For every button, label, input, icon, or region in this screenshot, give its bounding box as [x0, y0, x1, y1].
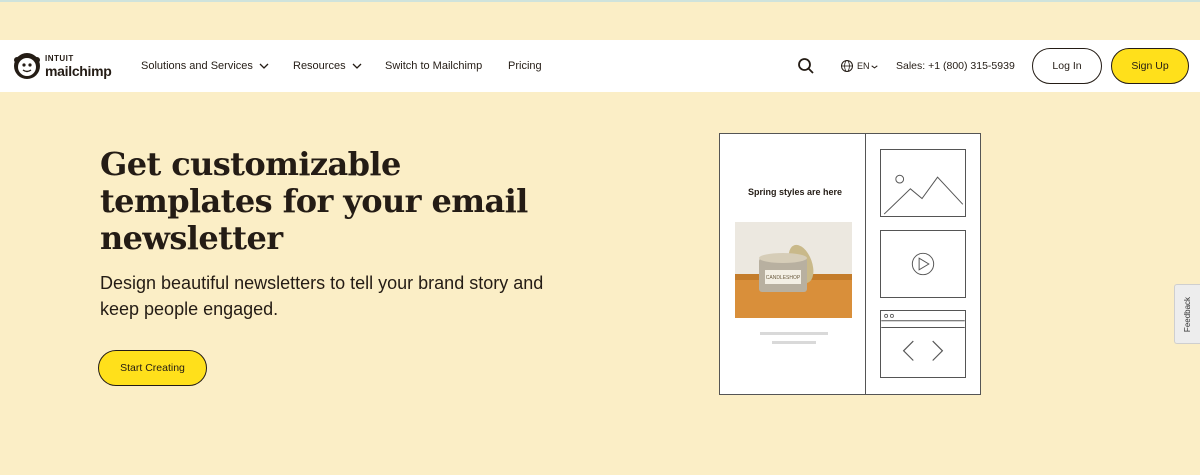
- candle-product-photo: CANDLESHOP: [735, 222, 852, 318]
- globe-icon: [841, 60, 853, 72]
- login-button[interactable]: Log In: [1032, 48, 1102, 84]
- hero-title: Get customizable templates for your emai…: [100, 145, 528, 257]
- mailchimp-logo[interactable]: INTUIT mailchimp: [12, 48, 124, 84]
- hero-subtitle: Design beautiful newsletters to tell you…: [100, 273, 544, 319]
- logo-intuit-text: INTUIT: [45, 53, 74, 63]
- placeholder-text-line: [760, 332, 828, 335]
- nav-solutions-label: Solutions and Services: [141, 60, 253, 72]
- search-icon[interactable]: [797, 57, 815, 75]
- nav-resources[interactable]: Resources: [293, 40, 362, 92]
- newsletter-template-illustration: Spring styles are here CANDLESHOP: [719, 133, 981, 395]
- nav-switch-to-mailchimp[interactable]: Switch to Mailchimp: [385, 40, 482, 92]
- sales-phone[interactable]: Sales: +1 (800) 315-5939: [896, 40, 1015, 92]
- illustration-headline: Spring styles are here: [747, 187, 843, 197]
- video-block: [880, 230, 966, 298]
- chevron-down-icon: [870, 64, 878, 69]
- language-selector[interactable]: EN: [840, 57, 881, 75]
- chevron-down-icon: [259, 63, 269, 69]
- feedback-label: Feedback: [1183, 296, 1193, 332]
- image-block: [880, 149, 966, 217]
- carousel-placeholder-icon: [881, 313, 965, 361]
- placeholder-text-line: [772, 341, 816, 344]
- illustration-divider: [865, 134, 866, 394]
- nav-pricing-label: Pricing: [508, 60, 542, 72]
- logo-mailchimp-text: mailchimp: [45, 62, 112, 79]
- chevron-down-icon: [352, 63, 362, 69]
- feedback-tab[interactable]: Feedback: [1174, 284, 1200, 344]
- nav-solutions-and-services[interactable]: Solutions and Services: [141, 40, 269, 92]
- signup-button[interactable]: Sign Up: [1111, 48, 1189, 84]
- image-placeholder-icon: [883, 174, 964, 215]
- language-label: EN: [857, 61, 870, 71]
- carousel-block: [880, 310, 966, 378]
- start-creating-button[interactable]: Start Creating: [98, 350, 207, 386]
- top-border: [0, 0, 1200, 2]
- freddie-logo-icon: [14, 53, 40, 79]
- candle-label-text: CANDLESHOP: [766, 275, 801, 281]
- nav-pricing[interactable]: Pricing: [508, 40, 542, 92]
- navbar: INTUIT mailchimp Solutions and Services …: [0, 40, 1200, 92]
- nav-resources-label: Resources: [293, 60, 346, 72]
- video-placeholder-icon: [911, 252, 935, 276]
- nav-switch-label: Switch to Mailchimp: [385, 60, 483, 72]
